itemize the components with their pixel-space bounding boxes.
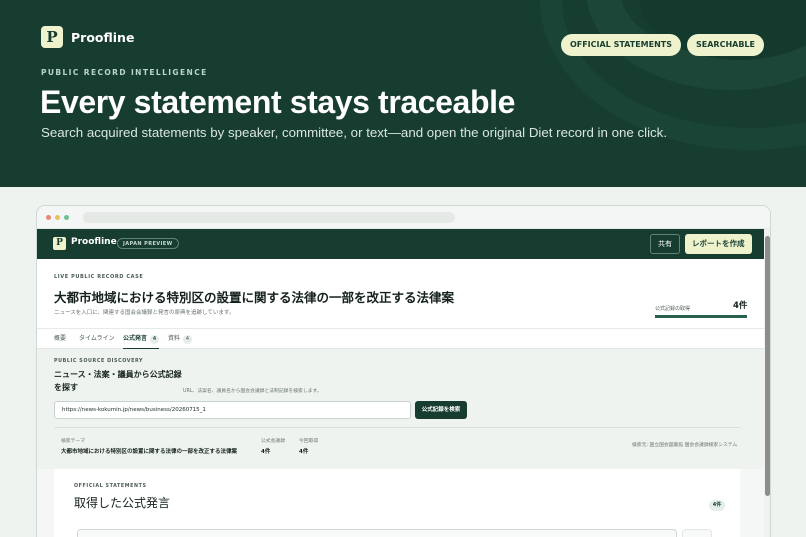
statements-section: OFFICIAL STATEMENTS 取得した公式発言 4件 — [37, 469, 764, 537]
statement-card[interactable] — [682, 529, 712, 537]
hero-title: Every statement stays traceable — [40, 84, 515, 120]
create-report-button[interactable]: レポートを作成 — [685, 234, 752, 254]
tab-label: 資料 — [168, 335, 181, 342]
tab-bar: 概要 タイムライン 公式発言 4 資料 4 — [37, 329, 764, 349]
statements-panel: OFFICIAL STATEMENTS 取得した公式発言 4件 — [54, 469, 740, 537]
pill-official-statements: OFFICIAL STATEMENTS — [560, 34, 681, 56]
browser-chrome — [37, 206, 770, 229]
app-navbar: P Proofline JAPAN PREVIEW 共有 レポートを作成 — [37, 229, 764, 259]
divider — [54, 427, 740, 428]
discovery-heading: ニュース・法案・議員から公式記録を探す — [54, 370, 182, 392]
tab-label: タイムライン — [79, 335, 115, 342]
search-records-button[interactable]: 公式記録を検索 — [415, 401, 467, 419]
brand-logo-icon: P — [41, 26, 63, 48]
tab-timeline[interactable]: タイムライン — [79, 333, 115, 349]
address-bar[interactable] — [83, 212, 455, 223]
records-progress-bar — [655, 315, 747, 318]
brand-name: Proofline — [71, 29, 135, 45]
case-header: LIVE PUBLIC RECORD CASE 大都市地域における特別区の設置に… — [37, 259, 764, 329]
case-title: 大都市地域における特別区の設置に関する法律の一部を改正する法律案 — [54, 290, 455, 305]
theme-label: 検索テーマ — [61, 439, 85, 444]
app-name[interactable]: Proofline — [71, 237, 117, 247]
close-dot-icon — [46, 215, 51, 220]
tab-label: 概要 — [54, 335, 67, 342]
browser-window: P Proofline JAPAN PREVIEW 共有 レポートを作成 LIV… — [36, 205, 771, 537]
hero-subtitle: Search acquired statements by speaker, c… — [41, 125, 668, 140]
tab-label: 公式発言 — [123, 335, 148, 342]
source-discovery-section: PUBLIC SOURCE DISCOVERY ニュース・法案・議員から公式記録… — [37, 349, 764, 469]
tab-count-badge: 4 — [150, 335, 160, 344]
maximize-dot-icon — [64, 215, 69, 220]
source-url-input[interactable] — [54, 401, 411, 419]
records-label: 公式会議録 — [261, 439, 285, 444]
share-button[interactable]: 共有 — [650, 234, 680, 254]
tab-official-statements[interactable]: 公式発言 4 — [123, 333, 160, 349]
today-label: 今回取得 — [299, 439, 319, 444]
minimize-dot-icon — [55, 215, 60, 220]
hero-banner: P Proofline OFFICIAL STATEMENTS SEARCHAB… — [0, 0, 806, 187]
tab-documents[interactable]: 資料 4 — [168, 333, 193, 349]
records-stat-label: 公式記録の取得 — [655, 306, 691, 312]
statements-heading: 取得した公式発言 — [74, 496, 171, 510]
discovery-hint: URL、法案名、議員名から国会会議録と法制記録を検索します。 — [183, 389, 322, 394]
tab-overview[interactable]: 概要 — [54, 333, 66, 349]
brand[interactable]: P Proofline — [41, 26, 134, 48]
scrollbar-thumb[interactable] — [765, 236, 770, 496]
today-value: 4件 — [299, 449, 309, 455]
theme-value: 大都市地域における特別区の設置に関する法律の一部を改正する法律案 — [61, 449, 238, 455]
statements-count-badge: 4件 — [709, 500, 725, 511]
hero-eyebrow: PUBLIC RECORD INTELLIGENCE — [41, 68, 208, 77]
statement-card[interactable] — [77, 529, 677, 537]
records-value: 4件 — [261, 449, 271, 455]
records-progress-fill — [655, 315, 747, 318]
preview-badge: JAPAN PREVIEW — [117, 238, 179, 249]
pill-searchable: SEARCHABLE — [687, 34, 764, 56]
hero-pills: OFFICIAL STATEMENTS SEARCHABLE — [560, 34, 764, 56]
tab-count-badge: 4 — [183, 335, 193, 344]
records-stat-value: 4件 — [733, 301, 748, 311]
case-description: ニュースを入口に、関連する国会会議録と発言の原典を追跡しています。 — [54, 310, 235, 316]
discovery-kicker: PUBLIC SOURCE DISCOVERY — [54, 359, 144, 364]
case-kicker: LIVE PUBLIC RECORD CASE — [54, 274, 144, 280]
statements-kicker: OFFICIAL STATEMENTS — [74, 484, 147, 489]
search-source: 検索元: 国立国会図書館 国会会議録検索システム — [632, 443, 738, 448]
app-logo-icon[interactable]: P — [53, 237, 66, 250]
